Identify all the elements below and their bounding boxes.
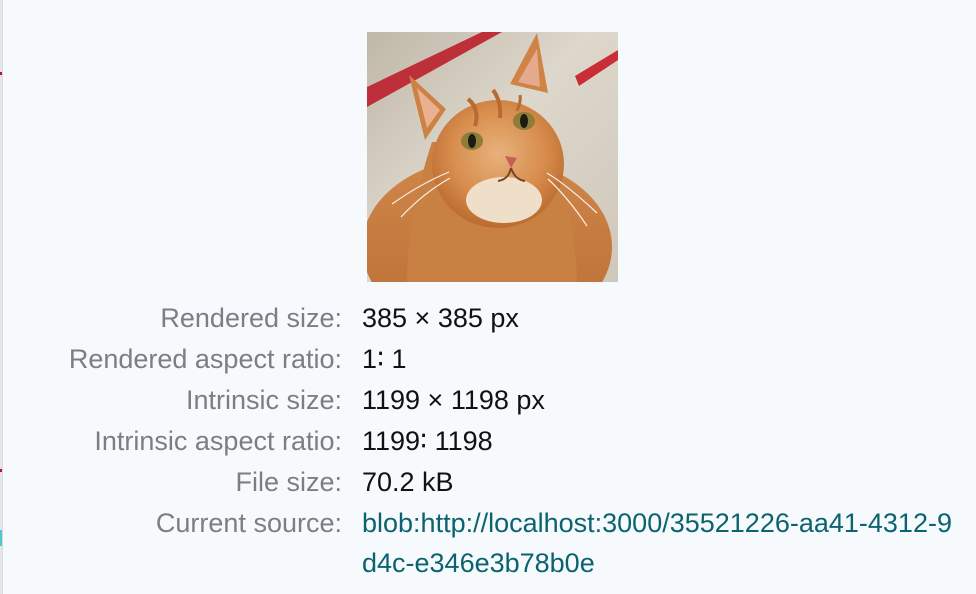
intrinsic-size-row: Intrinsic size: 1199 × 1198 px <box>3 380 976 420</box>
current-source-link[interactable]: blob:http://localhost:3000/35521226-aa41… <box>362 503 962 583</box>
rendered-aspect-ratio-value: 1∶ 1 <box>362 344 407 374</box>
file-size-row: File size: 70.2 kB <box>3 462 976 502</box>
current-source-row: Current source: blob:http://localhost:30… <box>3 503 976 578</box>
rendered-size-row: Rendered size: 385 × 385 px <box>3 298 976 338</box>
rendered-aspect-ratio-row: Rendered aspect ratio: 1∶ 1 <box>3 339 976 379</box>
rendered-size-value: 385 × 385 px <box>362 303 519 333</box>
current-source-label: Current source: <box>155 508 342 538</box>
intrinsic-size-value: 1199 × 1198 px <box>362 385 545 415</box>
image-preview <box>367 32 618 282</box>
intrinsic-aspect-ratio-row: Intrinsic aspect ratio: 1199∶ 1198 <box>3 421 976 461</box>
rendered-size-label: Rendered size: <box>160 303 342 333</box>
intrinsic-aspect-ratio-label: Intrinsic aspect ratio: <box>94 426 342 456</box>
file-size-label: File size: <box>235 467 342 497</box>
rendered-aspect-ratio-label: Rendered aspect ratio: <box>68 344 342 374</box>
image-info-tooltip: Rendered size: 385 × 385 px Rendered asp… <box>2 0 976 594</box>
file-size-value: 70.2 kB <box>362 467 454 497</box>
intrinsic-size-label: Intrinsic size: <box>185 385 342 415</box>
intrinsic-aspect-ratio-value: 1199∶ 1198 <box>362 426 493 456</box>
